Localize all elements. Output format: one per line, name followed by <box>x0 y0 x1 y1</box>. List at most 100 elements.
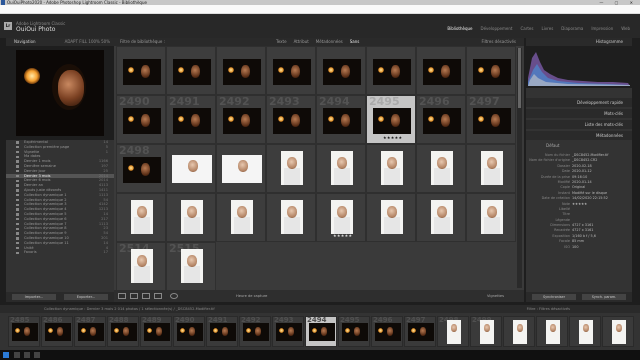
grid-cell[interactable] <box>266 144 316 193</box>
taskbar-icon[interactable] <box>24 352 30 358</box>
grid-cell[interactable] <box>116 193 166 242</box>
lightbulb <box>178 67 184 73</box>
filter-tab[interactable]: Métadonnées <box>316 39 343 44</box>
collection-item[interactable]: Favoris 17 <box>6 250 114 255</box>
start-icon[interactable] <box>3 352 9 358</box>
grid-cell[interactable] <box>266 46 316 95</box>
filter-tab[interactable]: Sans <box>350 39 360 44</box>
module-tab[interactable]: Diaporama <box>561 26 583 31</box>
lightbulb <box>128 67 134 73</box>
grid-cell[interactable]: ★★★★★ <box>316 193 366 242</box>
zoom-modes[interactable]: ADAPT FILL 100% 50% <box>65 38 110 46</box>
lightbulb-glow <box>24 68 40 84</box>
filter-tab[interactable]: Attribut <box>294 39 309 44</box>
filmstrip-thumb[interactable] <box>503 316 535 347</box>
photo <box>78 323 104 341</box>
grid-cell[interactable]: 2491 <box>166 95 216 144</box>
grid-cell[interactable]: 2515 <box>166 242 216 291</box>
navigator-preview[interactable] <box>6 46 114 140</box>
grid-cell[interactable] <box>166 46 216 95</box>
quick-develop-header[interactable]: Développement rapide <box>526 98 632 107</box>
filmstrip-thumb[interactable]: 2485 <box>8 316 40 347</box>
filmstrip-thumb[interactable]: 2487 <box>74 316 106 347</box>
grid-view-icon[interactable] <box>118 293 126 299</box>
scroll-thumb[interactable] <box>518 48 521 108</box>
filmstrip-thumb[interactable]: 2491 <box>206 316 238 347</box>
grid-cell[interactable] <box>416 144 466 193</box>
grid-cell[interactable] <box>166 193 216 242</box>
filmstrip-thumb[interactable]: 2493 <box>272 316 304 347</box>
loupe-view-icon[interactable] <box>130 293 138 299</box>
export-button[interactable]: Exporter... <box>64 294 108 300</box>
grid-cell[interactable]: 2498 <box>116 144 166 193</box>
metadata-value[interactable]: 100 <box>572 245 578 250</box>
filter-preset[interactable]: Filtres désactivés <box>482 38 517 46</box>
grid-cell[interactable] <box>166 144 216 193</box>
module-tab[interactable]: Web <box>621 26 630 31</box>
compare-view-icon[interactable] <box>142 293 150 299</box>
filmstrip-thumb[interactable]: 2496 <box>371 316 403 347</box>
taskbar-icon[interactable] <box>34 352 40 358</box>
grid-cell[interactable] <box>266 193 316 242</box>
histogram-header[interactable]: Histogramme <box>526 38 632 46</box>
grid-cell[interactable]: 2496 <box>416 95 466 144</box>
filmstrip-thumb[interactable] <box>602 316 634 347</box>
grid-cell[interactable] <box>466 193 516 242</box>
grid-cell[interactable] <box>316 46 366 95</box>
grid-cell[interactable] <box>216 193 266 242</box>
grid-cell[interactable] <box>466 46 516 95</box>
module-tab[interactable]: Impression <box>591 26 613 31</box>
collection-label: Favoris <box>24 250 37 255</box>
import-button[interactable]: Importer... <box>12 294 56 300</box>
keywording-header[interactable]: Mots-clés <box>526 109 632 118</box>
grid-cell[interactable] <box>466 144 516 193</box>
center-grid: Filtre de bibliothèque : Texte Attribut Mé… <box>114 38 524 302</box>
keyword-list-header[interactable]: Liste des mots-clés <box>526 120 632 129</box>
sync-settings-button[interactable]: Synch. param. <box>582 294 626 300</box>
filmstrip-thumb[interactable]: 2486 <box>41 316 73 347</box>
module-tab[interactable]: Développement <box>481 26 513 31</box>
grid-cell[interactable] <box>366 46 416 95</box>
grid-cell[interactable]: 2514 <box>116 242 166 291</box>
shirt <box>384 168 400 185</box>
grid-cell[interactable] <box>216 144 266 193</box>
metadata-preset[interactable]: Défaut <box>526 141 632 150</box>
sync-metadata-button[interactable]: Synchroniser <box>532 294 576 300</box>
filmstrip-thumb[interactable]: 2489 <box>140 316 172 347</box>
grid-cell[interactable]: 2495 ★★★★★ <box>366 95 416 144</box>
filmstrip-thumb[interactable]: 2499 <box>470 316 502 347</box>
grid-cell[interactable]: 2494 <box>316 95 366 144</box>
filmstrip-thumb[interactable]: 2497 <box>404 316 436 347</box>
module-tab[interactable]: Livres <box>541 26 553 31</box>
filmstrip-thumb[interactable] <box>536 316 568 347</box>
grid-cell[interactable] <box>366 193 416 242</box>
filmstrip-thumb[interactable]: 2490 <box>173 316 205 347</box>
grid-cell[interactable] <box>216 46 266 95</box>
grid-cell[interactable] <box>116 46 166 95</box>
navigator-header[interactable]: Navigation ADAPT FILL 100% 50% <box>6 38 114 46</box>
grid-cell[interactable]: 2497 <box>466 95 516 144</box>
grid-cell[interactable]: 2492 <box>216 95 266 144</box>
metadata-header[interactable]: Métadonnées <box>526 131 632 140</box>
module-tab[interactable]: Bibliothèque <box>447 26 472 31</box>
filmstrip-thumb[interactable]: 2495 <box>338 316 370 347</box>
grid-cell[interactable] <box>316 144 366 193</box>
filmstrip-filter[interactable]: Filtre : Filtres désactivés <box>527 305 570 313</box>
grid-cell[interactable] <box>366 144 416 193</box>
filmstrip-thumb[interactable]: 2492 <box>239 316 271 347</box>
filter-tab[interactable]: Texte <box>276 39 287 44</box>
filmstrip-thumb[interactable]: 2488 <box>107 316 139 347</box>
grid-cell[interactable]: 2490 <box>116 95 166 144</box>
grid-cell[interactable] <box>416 46 466 95</box>
taskbar-icon[interactable] <box>14 352 20 358</box>
grid-cell[interactable]: 2493 <box>266 95 316 144</box>
sort-order[interactable]: Heure de capture <box>236 290 267 302</box>
filmstrip-thumb[interactable] <box>569 316 601 347</box>
filmstrip-thumb[interactable]: 2494 <box>305 316 337 347</box>
painter-icon[interactable] <box>170 293 178 299</box>
filmstrip-thumb[interactable]: 2498 <box>437 316 469 347</box>
grid-scrollbar[interactable] <box>517 48 522 288</box>
survey-view-icon[interactable] <box>154 293 162 299</box>
module-tab[interactable]: Cartes <box>520 26 533 31</box>
grid-cell[interactable] <box>416 193 466 242</box>
